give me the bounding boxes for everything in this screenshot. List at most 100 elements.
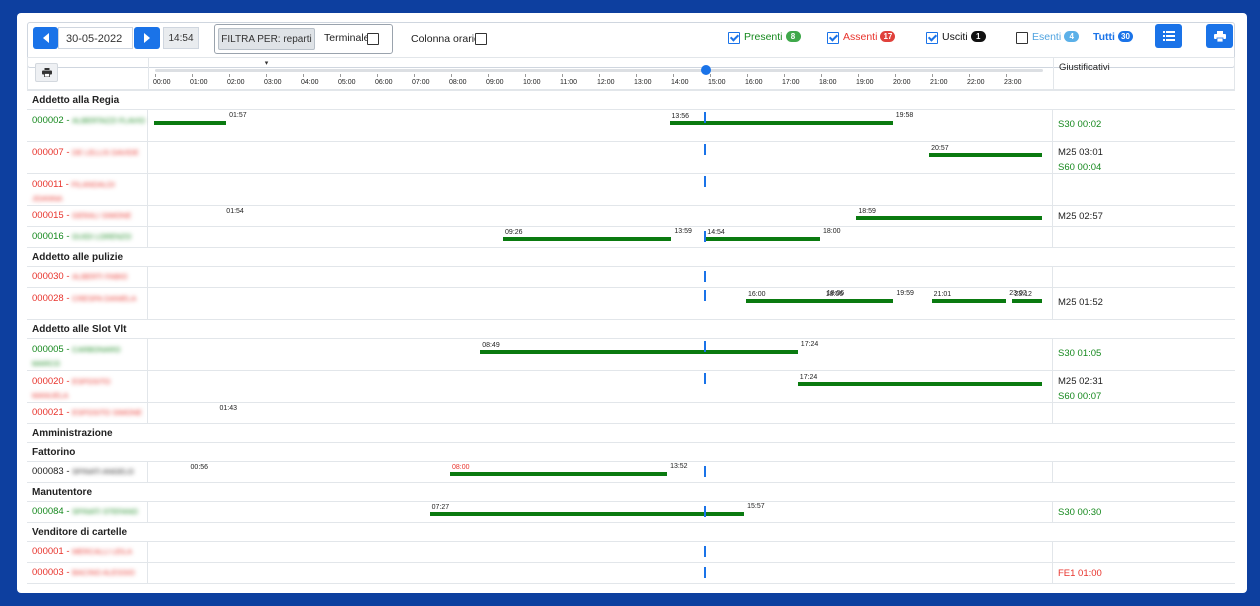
presence-bar[interactable] xyxy=(931,299,1007,303)
presenti-filter[interactable]: Presenti 8 xyxy=(744,31,801,43)
justification-entry[interactable]: FE1 01:00 xyxy=(1058,565,1102,582)
esenti-checkbox[interactable] xyxy=(1016,32,1028,44)
start-time-label: 18:06 xyxy=(825,291,844,298)
employee-cell: 000003 - BACINO ALESSIO xyxy=(27,563,148,583)
presence-bar[interactable] xyxy=(669,121,893,125)
filter-group: FILTRA PER: reparti ▾ Terminale xyxy=(214,24,393,67)
print-small-button[interactable] xyxy=(35,63,58,82)
employee-name-link[interactable]: 000021 - ESPOSITO SIMONE xyxy=(27,403,147,420)
end-time-label: 19:58 xyxy=(895,112,914,119)
presence-bar[interactable] xyxy=(929,153,1042,157)
justifications-cell: M25 02:31 S60 00:07 xyxy=(1052,371,1235,402)
date-input[interactable]: 30-05-2022 xyxy=(58,27,133,49)
presence-bar[interactable] xyxy=(503,237,672,241)
usciti-checkbox[interactable] xyxy=(926,32,938,44)
axis-hour-label: 01:00 xyxy=(190,79,208,86)
employee-name: SPINATI ANGELO xyxy=(72,467,134,476)
end-time-label: 18:00 xyxy=(823,228,841,235)
presence-bar[interactable] xyxy=(746,299,824,303)
axis-tick xyxy=(266,74,267,77)
axis-tick xyxy=(710,74,711,77)
employee-name-link[interactable]: 000015 - GERALI SIMONE xyxy=(27,206,147,223)
tutti-filter[interactable]: Tutti 30 xyxy=(1093,31,1133,43)
employee-code: 000011 xyxy=(32,179,63,190)
presenti-count: 8 xyxy=(785,31,801,42)
axis-hour-label: 17:00 xyxy=(782,79,800,86)
presence-bar[interactable] xyxy=(480,350,798,354)
justification-entry[interactable]: S30 00:02 xyxy=(1058,116,1101,133)
assenti-filter[interactable]: Assenti 17 xyxy=(843,31,896,43)
employee-name-link[interactable]: 000028 - CRESPA DANIELA xyxy=(27,288,147,306)
department-label: Amministrazione xyxy=(32,428,113,439)
start-time-label: 21:01 xyxy=(933,291,952,298)
presence-bar[interactable] xyxy=(797,382,1042,386)
employee-code: 000083 xyxy=(32,466,64,477)
axis-tick xyxy=(155,74,156,77)
prev-day-button[interactable] xyxy=(33,27,58,49)
filter-dropdown[interactable]: FILTRA PER: reparti ▾ xyxy=(218,28,315,67)
employee-name-link[interactable]: 000083 - SPINATI ANGELO xyxy=(27,462,147,479)
presence-bar[interactable] xyxy=(856,216,1042,220)
time-slider-track[interactable] xyxy=(155,69,1043,72)
presence-bar[interactable] xyxy=(450,472,668,476)
employee-name-link[interactable]: 000005 - CARBONARO MARCO xyxy=(27,339,147,371)
print-button[interactable] xyxy=(1206,24,1233,48)
justification-entry[interactable]: M25 02:57 xyxy=(1058,208,1103,225)
employee-name-link[interactable]: 000030 - ALBERTI FABIO xyxy=(27,267,147,284)
terminale-checkbox[interactable] xyxy=(367,33,379,45)
axis-hour-label: 02:00 xyxy=(227,79,245,86)
employee-row: 000030 - ALBERTI FABIO xyxy=(27,266,1235,287)
axis-hour-label: 21:00 xyxy=(930,79,948,86)
presence-bar[interactable] xyxy=(1012,299,1042,303)
department-label: Addetto alle Slot Vlt xyxy=(32,324,127,335)
employee-row: 000021 - ESPOSITO SIMONE 01:43 xyxy=(27,402,1235,423)
department-row: Venditore di cartelle xyxy=(27,522,1235,541)
list-icon xyxy=(1162,31,1175,41)
employee-name: GERALI SIMONE xyxy=(72,211,132,220)
employee-row: 000001 - MERCALLI LEILA xyxy=(27,541,1235,562)
main-panel: 30-05-2022 14:54 FILTRA PER: reparti ▾ T… xyxy=(17,13,1247,593)
justification-entry[interactable]: S30 00:30 xyxy=(1058,504,1101,521)
current-time-marker xyxy=(704,271,707,282)
employee-name-link[interactable]: 000003 - BACINO ALESSIO xyxy=(27,563,147,580)
presence-bar[interactable] xyxy=(154,121,227,125)
colonna-orario-checkbox[interactable] xyxy=(475,33,487,45)
axis-tick xyxy=(451,74,452,77)
assenti-checkbox[interactable] xyxy=(827,32,839,44)
employee-code: 000016 xyxy=(32,231,64,242)
presenti-checkbox[interactable] xyxy=(728,32,740,44)
department-row: Fattorino xyxy=(27,442,1235,461)
employee-row: 000005 - CARBONARO MARCO 08:49 17:24 S30 01… xyxy=(27,338,1235,370)
employee-name-link[interactable]: 000084 - SPINATI STEFANO xyxy=(27,502,147,519)
list-view-button[interactable] xyxy=(1155,24,1182,48)
justifications-cell: S30 00:02 xyxy=(1052,110,1235,141)
employee-name-link[interactable]: 000020 - ESPOSITO MANUELA xyxy=(27,371,147,403)
usciti-filter[interactable]: Usciti 1 xyxy=(942,31,986,43)
separator: - xyxy=(63,210,73,221)
start-time-label: 14:54 xyxy=(707,229,725,236)
justification-entry[interactable]: S30 01:05 xyxy=(1058,345,1101,362)
timeline-cell: 01:43 xyxy=(148,403,1052,423)
axis-hour-label: 04:00 xyxy=(301,79,319,86)
employee-code: 000002 xyxy=(32,115,64,126)
employee-name: ESPOSITO SIMONE xyxy=(72,408,143,417)
employee-name-link[interactable]: 000007 - DE LELLIS DAVIDE xyxy=(27,142,147,160)
employee-cell: 000011 - FILANDALDI JOANNA xyxy=(27,174,148,205)
presence-bar[interactable] xyxy=(429,512,745,516)
separator: - xyxy=(63,376,73,387)
employee-name-link[interactable]: 000001 - MERCALLI LEILA xyxy=(27,542,147,559)
employee-name-link[interactable]: 000002 - ALBERTAZZI FLAVIO xyxy=(27,110,147,128)
axis-hour-label: 19:00 xyxy=(856,79,874,86)
end-time-label: 19:59 xyxy=(896,290,914,297)
axis-tick xyxy=(525,74,526,77)
presence-bar[interactable] xyxy=(823,299,894,303)
time-marker-label: 01:43 xyxy=(219,405,238,412)
justification-entry[interactable]: M25 01:52 xyxy=(1058,294,1103,311)
end-time-label: 15:57 xyxy=(747,503,765,510)
employee-name-link[interactable]: 000011 - FILANDALDI JOANNA xyxy=(27,174,147,206)
presence-bar[interactable] xyxy=(705,237,820,241)
esenti-filter[interactable]: Esenti 4 xyxy=(1032,31,1080,43)
separator: - xyxy=(63,567,73,578)
next-day-button[interactable] xyxy=(134,27,160,49)
employee-name-link[interactable]: 000016 - GUIDI LORENZO xyxy=(27,227,147,244)
